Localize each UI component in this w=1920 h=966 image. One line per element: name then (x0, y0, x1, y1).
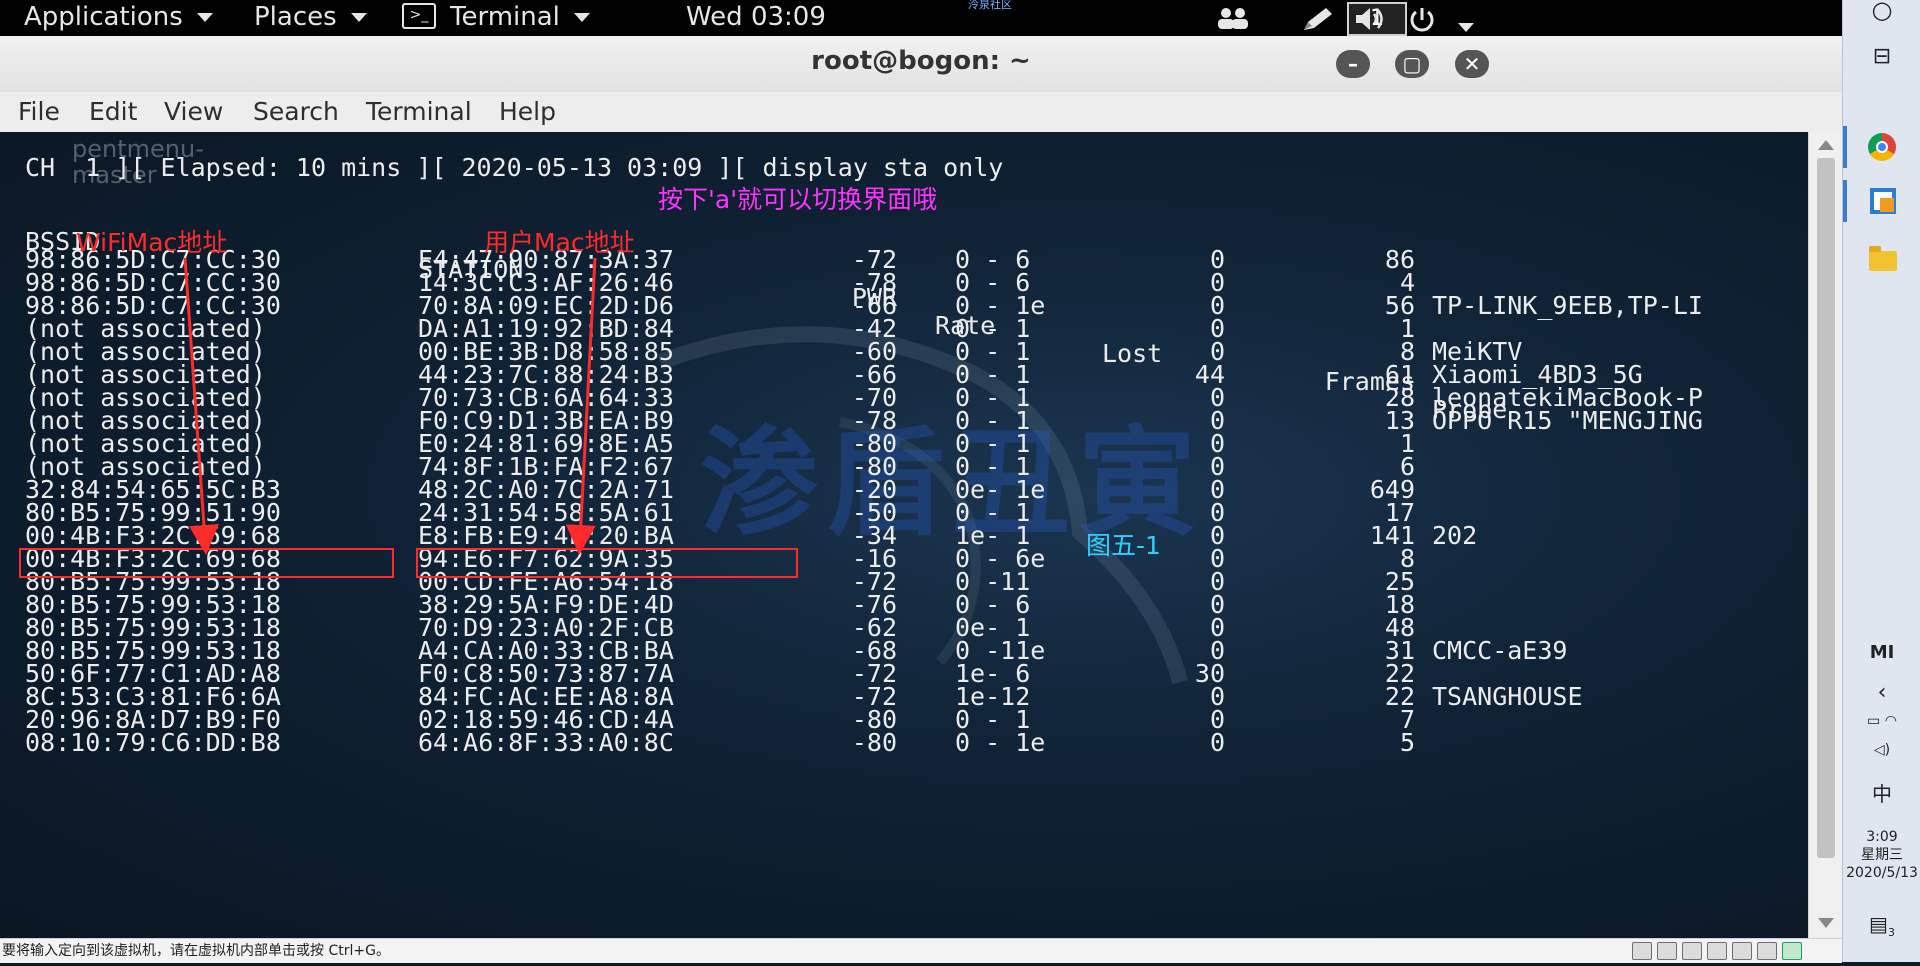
chevron-left-icon[interactable]: ‹ (1843, 680, 1920, 705)
cd-icon[interactable] (1657, 942, 1677, 960)
printer-icon[interactable] (1707, 942, 1727, 960)
gnome-top-bar: Applications Places >_ Terminal 泠泉社区 Wed … (0, 0, 1842, 36)
menu-edit[interactable]: Edit (89, 92, 137, 132)
cell-lost: 0 (1209, 728, 1225, 757)
wifi-mac-highlight-box (19, 548, 394, 578)
ime-indicator[interactable]: 中 (1843, 778, 1920, 807)
cell-frames: 5 (1399, 728, 1415, 757)
vmware-active-indicator (1843, 180, 1847, 222)
terminal-scrollbar[interactable] (1808, 132, 1843, 938)
maximize-button[interactable]: ▢ (1395, 50, 1429, 78)
taskbar-weekday: 星期三 (1861, 847, 1903, 863)
chrome-icon[interactable] (1868, 133, 1896, 161)
chevron-down-icon (573, 13, 590, 22)
pen-icon[interactable] (1302, 6, 1334, 36)
chevron-down-icon (350, 13, 367, 22)
search-icon[interactable]: ○ (1843, 0, 1920, 22)
sound-icon[interactable] (1732, 942, 1752, 960)
menu-search[interactable]: Search (253, 92, 339, 132)
people-icon[interactable] (1216, 6, 1250, 34)
clock[interactable]: Wed 03:09 (686, 0, 826, 36)
clock-overlay-note: 泠泉社区 (968, 0, 1012, 11)
file-explorer-icon[interactable] (1869, 246, 1897, 271)
volume-icon[interactable] (1354, 6, 1388, 36)
cell-bssid: 08:10:79:C6:DD:B8 (25, 728, 281, 757)
terminal-app-label: Terminal (450, 2, 560, 32)
places-label: Places (254, 2, 337, 32)
places-menu[interactable]: Places (254, 0, 367, 36)
close-button[interactable]: ✕ (1455, 50, 1489, 78)
menu-help[interactable]: Help (499, 92, 556, 132)
menubar: File Edit View Search Terminal Help (0, 92, 1842, 133)
hdd-icon[interactable] (1632, 942, 1652, 960)
system-menu-chevron-down-icon[interactable] (1458, 14, 1474, 38)
menu-terminal[interactable]: Terminal (366, 92, 472, 132)
applications-label: Applications (24, 2, 183, 32)
cell-rate: 0 - 1e (955, 728, 1046, 757)
applications-menu[interactable]: Applications (24, 0, 213, 36)
brand-logo: MI (1869, 642, 1895, 663)
taskbar-clock[interactable]: 3:09 星期三 2020/5/13 (1843, 828, 1920, 882)
chevron-down-icon (196, 13, 213, 22)
chrome-active-indicator (1843, 126, 1847, 168)
vm-statusbar: 要将输入定向到该虚拟机，请在虚拟机内部单击或按 Ctrl+G。 (0, 938, 1842, 963)
vmware-icon[interactable] (1870, 188, 1896, 214)
minimize-button[interactable]: – (1336, 50, 1370, 78)
speaker-icon[interactable]: ◁) (1843, 742, 1920, 758)
vm-input-hint: 要将输入定向到该虚拟机，请在虚拟机内部单击或按 Ctrl+G。 (2, 943, 390, 959)
cell-station: 64:A6:8F:33:A0:8C (418, 728, 674, 757)
menu-file[interactable]: File (18, 92, 60, 132)
table-header: BSSID STATION PWR Rate Lost Frames Probe (25, 200, 1805, 424)
scroll-up-arrow-icon[interactable] (1818, 140, 1834, 150)
task-view-icon[interactable]: ⊟ (1843, 44, 1920, 69)
vm-device-icons (1632, 942, 1807, 960)
scroll-down-arrow-icon[interactable] (1818, 918, 1834, 928)
cell-pwr: -80 (851, 728, 897, 757)
taskbar-date: 2020/5/13 (1846, 865, 1918, 881)
window-title: root@bogon: ~ (811, 46, 1031, 76)
usb-icon[interactable] (1757, 942, 1777, 960)
network-icon[interactable] (1682, 942, 1702, 960)
wifi-mac-annotation: WiFiMac地址 (76, 228, 228, 257)
taskbar-time: 3:09 (1866, 829, 1898, 845)
table-row: 08:10:79:C6:DD:B8 64:A6:8F:33:A0:8C -80 0 -… (25, 729, 1805, 757)
battery-wifi-icon[interactable]: ▭ ◠ (1843, 713, 1920, 729)
user-mac-annotation: 用户Mac地址 (484, 228, 635, 257)
scrollbar-thumb[interactable] (1817, 158, 1835, 858)
windows-taskbar: ○ ⊟ MI ‹ ▭ ◠ ◁) 中 3:09 星期三 2020/5/13 ▤3 (1842, 0, 1920, 962)
terminal-window: root@bogon: ~ – ▢ ✕ File Edit View Searc… (0, 36, 1843, 938)
notification-icon[interactable]: ▤3 (1843, 912, 1920, 939)
power-icon[interactable] (1408, 6, 1436, 38)
notification-count: 3 (1887, 926, 1895, 939)
window-titlebar[interactable]: root@bogon: ~ – ▢ ✕ (0, 36, 1842, 93)
terminal-app-menu[interactable]: >_ Terminal (402, 0, 590, 36)
terminal-icon: >_ (402, 2, 436, 29)
figure-label: 图五-1 (1086, 531, 1161, 560)
user-mac-highlight-box (416, 548, 798, 578)
status-line: CH 1 ][ Elapsed: 10 mins ][ 2020-05-13 0… (25, 153, 1004, 182)
message-icon[interactable] (1782, 942, 1802, 960)
terminal-output[interactable]: pentmenu-master 渗盾丑寅 CH 1 ][ Elapsed: 10… (0, 132, 1808, 938)
menu-view[interactable]: View (164, 92, 223, 132)
